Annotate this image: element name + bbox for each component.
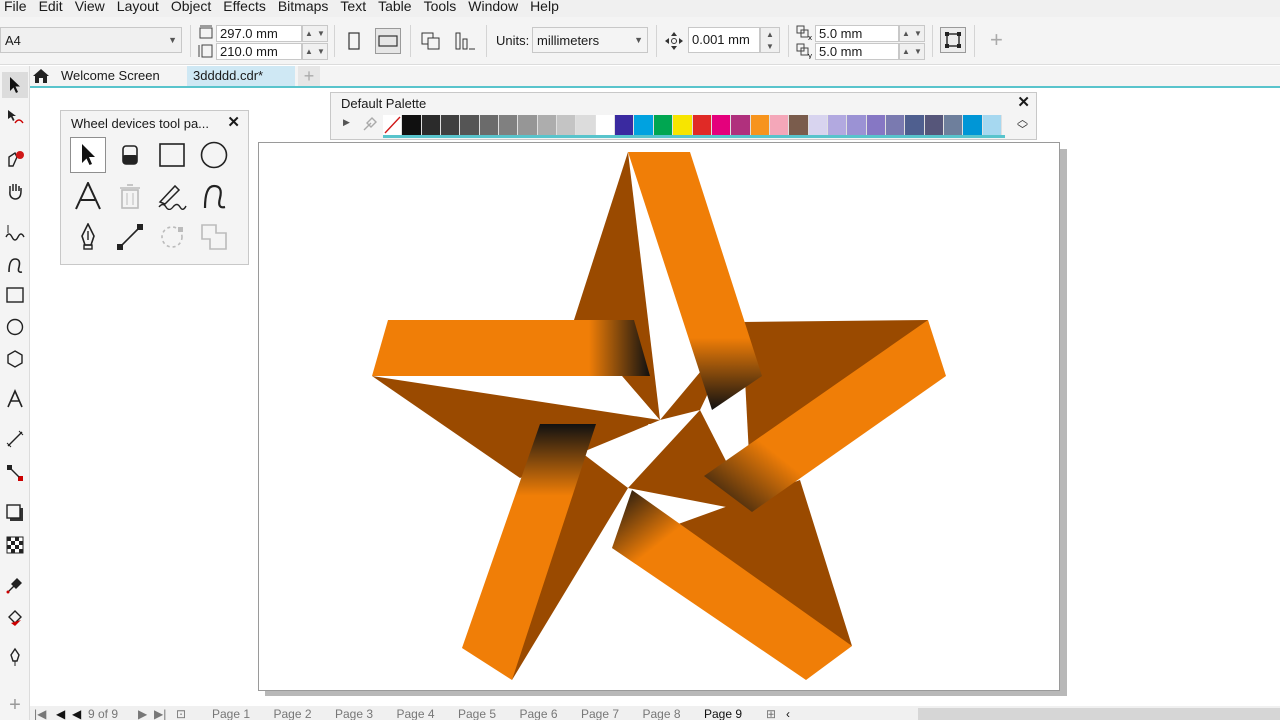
page-tab-8[interactable]: Page 8 — [643, 706, 681, 720]
color-swatch[interactable] — [479, 115, 500, 135]
palette-menu-arrow-icon[interactable]: ▶ — [343, 117, 350, 128]
color-swatch[interactable] — [963, 115, 983, 135]
lasso-tool-icon[interactable] — [154, 219, 190, 255]
page-tab-5[interactable]: Page 5 — [458, 706, 496, 720]
color-swatch[interactable] — [769, 115, 790, 135]
last-page-icon[interactable]: ▶| — [154, 706, 166, 720]
color-swatch[interactable] — [866, 115, 886, 135]
rectangle-tool-icon[interactable] — [154, 137, 190, 173]
artistic-media-icon[interactable] — [196, 178, 232, 214]
add-page-tab-icon[interactable]: ⊞ — [766, 706, 776, 720]
page-tab-7[interactable]: Page 7 — [581, 706, 619, 720]
color-swatch[interactable] — [789, 115, 809, 135]
color-swatch[interactable] — [982, 115, 1002, 135]
color-swatch[interactable] — [460, 115, 480, 135]
no-fill-swatch[interactable] — [383, 115, 403, 135]
color-swatch[interactable] — [847, 115, 867, 135]
default-palette-panel: Default Palette ✕ ▶ ︿ ﹀ — [330, 92, 1037, 140]
color-swatch[interactable] — [518, 115, 538, 135]
color-swatch[interactable] — [402, 115, 422, 135]
add-page-icon[interactable]: ⊡ — [176, 706, 186, 720]
eraser-tool-icon[interactable] — [112, 137, 148, 173]
color-swatch[interactable] — [634, 115, 654, 135]
color-swatch[interactable] — [576, 115, 596, 135]
pick-tool-icon[interactable] — [70, 137, 106, 173]
close-icon[interactable]: ✕ — [1017, 93, 1030, 111]
first-page-button[interactable]: ◀ — [56, 706, 65, 720]
color-swatch[interactable] — [673, 115, 693, 135]
color-swatch[interactable] — [750, 115, 770, 135]
page-tab-6[interactable]: Page 6 — [520, 706, 558, 720]
signature-tool-icon[interactable] — [154, 178, 190, 214]
color-swatch[interactable] — [595, 115, 616, 135]
color-swatch[interactable] — [653, 115, 674, 135]
wheel-devices-panel: Wheel devices tool pa... ✕ — [60, 110, 249, 265]
page-tab-2[interactable]: Page 2 — [274, 706, 312, 720]
combine-icon[interactable] — [196, 219, 232, 255]
palette-accent-line — [383, 135, 1005, 138]
delete-icon[interactable] — [112, 178, 148, 214]
color-swatch[interactable] — [711, 115, 732, 135]
star-center-gap — [648, 424, 672, 444]
line-tool-icon[interactable] — [112, 219, 148, 255]
color-swatch[interactable] — [943, 115, 964, 135]
color-swatch[interactable] — [808, 115, 828, 135]
page-tab-4[interactable]: Page 4 — [397, 706, 435, 720]
page-tab-9[interactable]: Page 9 — [704, 706, 742, 720]
color-swatch[interactable] — [692, 115, 712, 135]
color-swatch[interactable] — [557, 115, 577, 135]
first-page-icon[interactable]: |◀ — [34, 706, 46, 720]
text-tool-icon[interactable] — [70, 178, 106, 214]
wheel-panel-title: Wheel devices tool pa... — [71, 116, 210, 131]
color-swatch[interactable] — [924, 115, 944, 135]
eyedropper-icon[interactable] — [361, 115, 379, 136]
color-swatch[interactable] — [731, 115, 751, 135]
palette-title: Default Palette — [341, 96, 427, 111]
color-swatch[interactable] — [615, 115, 635, 135]
prev-page-icon[interactable]: ◀ — [72, 706, 81, 720]
color-swatch[interactable] — [441, 115, 461, 135]
page-tab-3[interactable]: Page 3 — [335, 706, 373, 720]
horizontal-scrollbar[interactable] — [918, 708, 1280, 720]
next-page-icon[interactable]: ▶ — [138, 706, 147, 720]
star-arm-left — [372, 320, 650, 376]
page-tab-1[interactable]: Page 1 — [212, 706, 250, 720]
color-swatch[interactable] — [537, 115, 558, 135]
color-swatch[interactable] — [905, 115, 925, 135]
scroll-left-icon[interactable]: ‹ — [786, 706, 790, 720]
color-swatch[interactable] — [499, 115, 519, 135]
color-swatches — [383, 115, 1002, 135]
close-icon[interactable]: ✕ — [227, 113, 240, 131]
page-counter: 9 of 9 — [88, 707, 119, 720]
color-swatch[interactable] — [885, 115, 906, 135]
color-swatch[interactable] — [827, 115, 848, 135]
color-swatch[interactable] — [421, 115, 442, 135]
pen-tool-icon[interactable] — [70, 219, 106, 255]
ellipse-tool-icon[interactable] — [196, 137, 232, 173]
palette-scroll-icon[interactable]: ︿ ﹀ — [1017, 115, 1028, 136]
